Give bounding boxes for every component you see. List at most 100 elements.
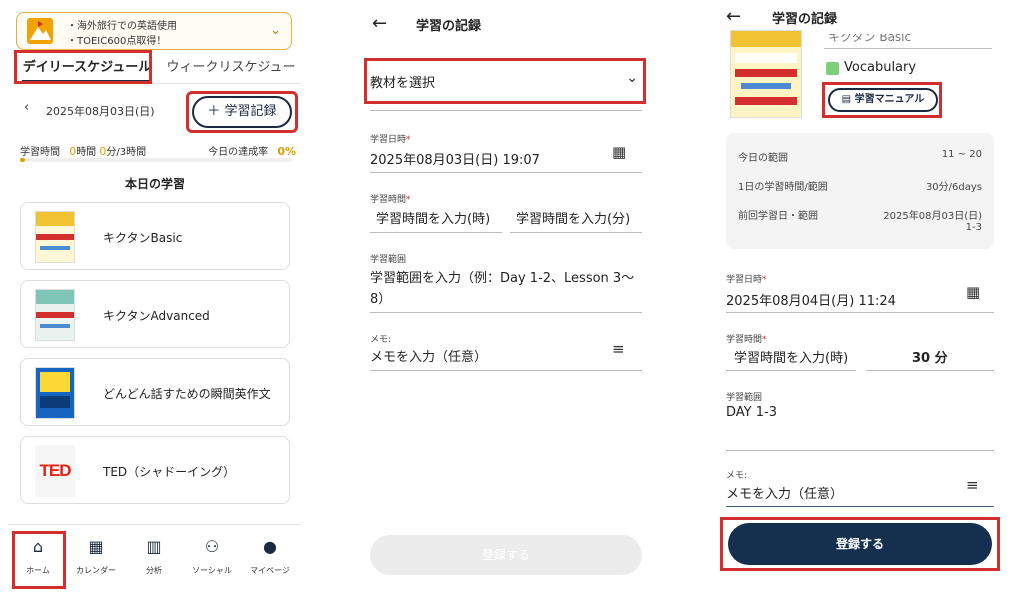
book-cover-icon: [35, 367, 75, 419]
hours-input[interactable]: 学習時間を入力(時): [734, 347, 848, 366]
nav-analysis[interactable]: ▥ 分析: [126, 537, 182, 576]
study-time-label: 学習時間: [20, 147, 60, 158]
divider: [370, 110, 642, 111]
required-mark: *: [406, 135, 411, 145]
field-underline: [726, 312, 994, 313]
memo-label: メモ:: [370, 335, 392, 345]
nav-home[interactable]: ⌂ ホーム: [10, 537, 66, 576]
calendar-icon[interactable]: ▦: [612, 143, 626, 161]
date-label-text: 学習日時: [370, 135, 407, 145]
study-item-title: どんどん話すための瞬間英作文: [103, 387, 271, 401]
submit-button[interactable]: 登録する: [728, 523, 992, 565]
time-label: 学習時間*: [370, 192, 411, 205]
selected-material[interactable]: キクタン Basic: [828, 34, 911, 45]
document-icon: ▤: [841, 94, 855, 105]
memo-input[interactable]: メモを入力（任意）: [370, 346, 487, 365]
field-underline: [866, 370, 994, 371]
study-manual-button[interactable]: ▤ 学習マニュアル: [828, 88, 938, 112]
study-item-card[interactable]: キクタンBasic: [20, 202, 290, 270]
nav-label: 分析: [146, 566, 162, 575]
nav-mypage[interactable]: ● マイページ: [242, 537, 298, 576]
home-icon: ⌂: [32, 537, 44, 556]
calendar-icon[interactable]: ▦: [966, 283, 980, 301]
date-label: 学習日時*: [370, 132, 411, 145]
manual-button-label: 学習マニュアル: [854, 94, 925, 105]
memo-label: メモ:: [726, 471, 748, 481]
required-mark: *: [762, 275, 767, 285]
record-form-filled-screen: キクタン Basic ← 学習の記録 Vocabulary ▤ 学習マニュアル …: [716, 0, 1006, 599]
back-arrow-icon[interactable]: ←: [372, 13, 387, 34]
required-mark: *: [762, 335, 767, 345]
info-row: 1日の学習時間/範囲 30分/6days: [738, 178, 982, 193]
study-hours-unit: 時間: [76, 147, 97, 158]
progress-fill: [20, 158, 26, 162]
memo-input[interactable]: メモを入力（任意）: [726, 483, 843, 502]
people-icon: ⚇: [204, 537, 220, 556]
study-item-title: キクタンAdvanced: [103, 309, 210, 323]
info-value: 11 ~ 20: [941, 149, 982, 160]
required-mark: *: [406, 195, 411, 205]
info-value-range: 1-3: [965, 222, 982, 233]
range-input[interactable]: DAY 1-3: [726, 405, 777, 420]
hours-input[interactable]: 学習時間を入力(時): [376, 208, 490, 227]
mountain-goal-icon: [27, 18, 53, 44]
page-title: 学習の記録: [772, 12, 838, 27]
study-item-title: TED（シャドーイング）: [103, 465, 236, 479]
range-input[interactable]: 学習範囲を入力（例：Day 1-2、Lesson 3〜: [370, 267, 634, 286]
account-icon: ●: [263, 537, 277, 556]
date-field[interactable]: 2025年08月04日(月) 11:24: [726, 290, 896, 309]
chart-icon: ▥: [146, 537, 162, 556]
material-select[interactable]: 教材を選択 ⌄: [370, 62, 642, 102]
prev-day-icon[interactable]: ‹: [24, 100, 29, 115]
goal-item: ・海外旅行での英語使用: [67, 21, 177, 32]
range-label: 学習範囲: [370, 255, 407, 265]
time-label-text: 学習時間: [370, 195, 407, 205]
nav-label: ソーシャル: [192, 566, 232, 575]
minutes-input[interactable]: 学習時間を入力(分): [516, 208, 630, 227]
range-label: 学習範囲: [726, 393, 763, 403]
field-underline: [370, 172, 642, 173]
field-underline: [726, 370, 856, 371]
achievement-stat: 今日の達成率 0%: [208, 143, 296, 158]
back-arrow-icon[interactable]: ←: [726, 6, 741, 27]
info-label: 1日の学習時間/範囲: [738, 182, 828, 193]
date-field[interactable]: 2025年08月03日(日) 19:07: [370, 149, 540, 168]
nav-label: マイページ: [250, 566, 290, 575]
current-date: 2025年08月03日(日): [46, 105, 155, 118]
home-screen: ・海外旅行での英語使用 ・TOEIC600点取得！ ⌄ デイリースケジュール ウ…: [8, 0, 302, 599]
date-label-text: 学習日時: [726, 275, 763, 285]
field-underline: [726, 506, 994, 507]
field-underline: [510, 232, 642, 233]
info-value: 2025年08月03日(日) 1-3: [883, 207, 982, 233]
book-cover-icon: [35, 211, 75, 263]
material-select-placeholder: 教材を選択: [370, 76, 436, 91]
study-item-title: キクタンBasic: [103, 231, 183, 245]
achievement-label: 今日の達成率: [208, 147, 269, 158]
field-underline: [824, 48, 992, 49]
book-cover-icon: [35, 289, 75, 341]
minutes-input[interactable]: 30 分: [912, 347, 948, 366]
nav-social[interactable]: ⚇ ソーシャル: [184, 537, 240, 576]
add-record-button[interactable]: ＋ 学習記録: [192, 96, 292, 128]
book-cover-icon: [730, 30, 802, 118]
range-input-continued: 8）: [370, 292, 392, 307]
nav-label: カレンダー: [76, 566, 116, 575]
submit-button-disabled[interactable]: 登録する: [370, 535, 642, 575]
info-row: 前回学習日・範囲 2025年08月03日(日) 1-3: [738, 207, 982, 233]
category-color-swatch: [826, 62, 839, 75]
goals-dropdown[interactable]: ・海外旅行での英語使用 ・TOEIC600点取得！ ⌄: [16, 12, 292, 50]
info-label: 今日の範囲: [738, 153, 788, 164]
tab-weekly-schedule[interactable]: ウィークリスケジュー: [166, 54, 296, 84]
study-item-card[interactable]: TED TED（シャドーイング）: [20, 436, 290, 504]
notes-icon: ≡: [612, 340, 625, 358]
page-title: 学習の記録: [416, 19, 482, 34]
calendar-icon: ▦: [88, 537, 104, 556]
achievement-value: 0%: [277, 145, 296, 158]
study-item-card[interactable]: キクタンAdvanced: [20, 280, 290, 348]
study-item-card[interactable]: どんどん話すための瞬間英作文: [20, 358, 290, 426]
ted-logo: TED: [35, 445, 75, 497]
nav-label: ホーム: [26, 566, 50, 575]
nav-calendar[interactable]: ▦ カレンダー: [68, 537, 124, 576]
header-bar: ← 学習の記録: [716, 0, 1006, 30]
section-title: 本日の学習: [124, 177, 185, 191]
